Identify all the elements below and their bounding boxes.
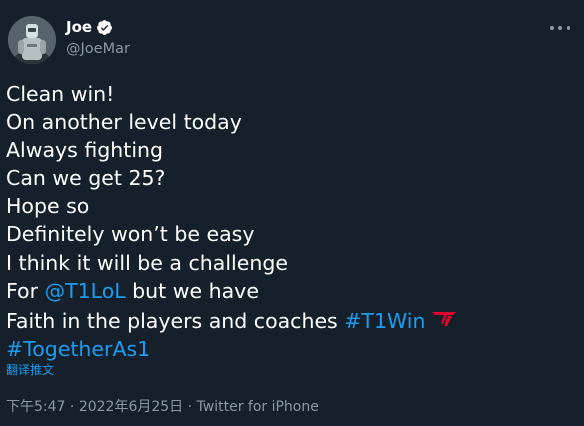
tweet-source[interactable]: Twitter for iPhone (197, 399, 319, 415)
mention-link[interactable]: @T1LoL (45, 279, 126, 303)
tweet-text-segment: Faith in the players and coaches (6, 308, 345, 333)
hashtag-link[interactable]: #TogetherAs1 (6, 337, 150, 361)
author-display-name[interactable]: Joe (66, 18, 92, 36)
tweet-line: I think it will be a challenge (6, 250, 288, 275)
tweet-text: Clean win! On another level today Always… (6, 80, 456, 363)
translate-tweet-link[interactable]: 翻译推文 (6, 362, 54, 378)
tweet-line: Definitely won’t be easy (6, 222, 255, 247)
more-options-icon-dot (566, 26, 570, 30)
meta-separator: · (65, 399, 79, 415)
tweet-text-segment: but we have (125, 278, 259, 303)
verified-badge-icon (96, 19, 113, 36)
tweet-card: Joe @JoeMar Clean win! On another level … (0, 0, 584, 426)
more-options-icon-dot (558, 26, 562, 30)
tweet-line: #TogetherAs1 (6, 335, 456, 363)
robot-avatar-icon (8, 16, 56, 64)
tweet-time[interactable]: 下午5:47 (6, 399, 65, 415)
tweet-metadata: 下午5:47 · 2022年6月25日 · Twitter for iPhone (6, 398, 319, 416)
hashtag-link[interactable]: #T1Win (344, 309, 425, 333)
tweet-text-segment: For (6, 278, 45, 303)
tweet-line: Clean win! (6, 82, 115, 106)
tweet-line: On another level today (6, 110, 242, 135)
tweet-line: For @T1LoL but we have (6, 277, 456, 305)
more-options-button[interactable] (550, 18, 570, 38)
author-name-row: Joe (66, 18, 113, 36)
more-options-icon (550, 26, 554, 30)
tweet-date[interactable]: 2022年6月25日 (79, 399, 183, 415)
author-handle[interactable]: @JoeMar (66, 40, 130, 58)
tweet-line: Can we get 25? (6, 166, 166, 191)
tweet-line: Hope so (6, 194, 90, 219)
tweet-line: Faith in the players and coaches #T1Win (6, 305, 456, 335)
tweet-line: Always fighting (6, 138, 164, 163)
meta-separator: · (183, 399, 197, 415)
t1-logo-icon (431, 305, 456, 326)
avatar[interactable] (8, 16, 56, 64)
